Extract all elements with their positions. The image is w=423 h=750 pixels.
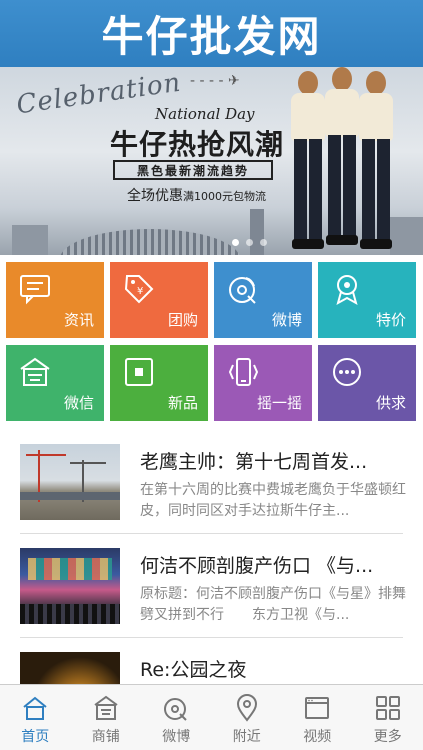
tile-label: 微博 [271,311,302,329]
tile-zixun[interactable]: 资讯 [6,262,104,338]
news-title: Re:公园之夜 [140,659,247,681]
app-title: 牛仔批发网 [101,12,322,61]
tile-label: 新品 [167,394,198,412]
category-grid: 资讯 ¥ 团购 微博 特价 微信 新品 摇一摇 供求 [0,255,423,430]
video-icon [305,697,330,719]
tile-label: 微信 [63,394,94,412]
tile-label: 摇一摇 [256,394,302,412]
tab-home[interactable]: 首页 [0,685,71,750]
tile-weibo[interactable]: 微博 [214,262,312,338]
price-tag-icon: ¥ [124,275,154,304]
tab-store[interactable]: 商铺 [71,685,142,750]
weibo-icon [164,698,187,721]
news-item[interactable]: 何洁不顾剖腹产伤口 《与... 原标题：何洁不顾剖腹产伤口《与星》排舞劈叉拼到不… [0,534,423,638]
banner-subtitle: National Day [155,105,255,123]
tab-label: 微博 [162,729,191,745]
plane-icon: - - - - ✈ [190,73,240,89]
tab-label: 首页 [21,729,50,745]
tab-label: 附近 [232,729,261,745]
grid-more-icon [375,696,400,720]
news-thumbnail [20,652,120,684]
new-box-icon [125,358,153,386]
tab-label: 视频 [303,729,332,745]
tile-tuangou[interactable]: ¥ 团购 [110,262,208,338]
promo-banner[interactable]: Celebration - - - - ✈ National Day 牛仔热抢风… [0,67,423,255]
tab-nearby[interactable]: 附近 [212,685,283,750]
stadium-graphic [60,229,240,255]
news-description: 在第十六周的比赛中费城老鹰负于华盛顿红皮，同时同区对手达拉斯牛仔主... [140,482,406,519]
banner-promo: 全场优惠满1000元包物流 [127,185,266,205]
shop-icon [20,357,50,386]
banner-promo-small: 满1000元包物流 [183,190,266,203]
tab-label: 更多 [373,729,402,745]
page-dot[interactable] [232,239,239,246]
ribbon-badge-icon [336,275,358,306]
tile-weixin[interactable]: 微信 [6,345,104,421]
banner-page-dots[interactable] [232,239,267,246]
svg-text:¥: ¥ [137,286,143,297]
tab-more[interactable]: 更多 [353,685,423,750]
page-dot[interactable] [246,239,253,246]
banner-promo-main: 全场优惠 [127,188,183,204]
tile-label: 资讯 [63,311,94,329]
news-thumbnail [20,444,120,520]
tile-label: 特价 [375,311,406,329]
news-list: 老鹰主帅：第十七周首发... 在第十六周的比赛中费城老鹰负于华盛顿红皮，同时同区… [0,430,423,684]
banner-headline: 牛仔热抢风潮 [110,128,285,161]
tile-xinpin[interactable]: 新品 [110,345,208,421]
message-icon [20,275,50,305]
tab-weibo[interactable]: 微博 [141,685,212,750]
news-description: 原标题：何洁不顾剖腹产伤口《与星》排舞劈叉拼到不行 东方卫视《与... [140,586,406,623]
news-item[interactable]: 老鹰主帅：第十七周首发... 在第十六周的比赛中费城老鹰负于华盛顿红皮，同时同区… [0,430,423,534]
home-icon [23,696,47,720]
building-graphic [12,225,48,255]
tile-gongqiu[interactable]: 供求 [318,345,416,421]
app-header: 牛仔批发网 [0,0,423,67]
store-icon [94,695,118,720]
more-dots-icon [333,358,361,386]
bottom-tab-bar: 首页 商铺 微博 附近 视频 更多 [0,684,423,750]
shake-phone-icon [228,358,259,386]
tab-video[interactable]: 视频 [282,685,353,750]
weibo-icon [229,277,256,304]
tile-yaoyiyao[interactable]: 摇一摇 [214,345,312,421]
news-title: 何洁不顾剖腹产伤口 《与... [140,555,374,577]
news-title: 老鹰主帅：第十七周首发... [140,451,368,473]
tile-label: 团购 [167,311,198,329]
location-pin-icon [236,694,257,722]
banner-tagline: 黑色最新潮流趋势 [113,160,273,180]
news-item[interactable]: Re:公园之夜 [0,638,423,684]
page-dot[interactable] [260,239,267,246]
tile-label: 供求 [375,394,406,412]
news-thumbnail [20,548,120,624]
tab-label: 商铺 [91,729,120,745]
model-figure [356,71,396,255]
tile-tejia[interactable]: 特价 [318,262,416,338]
building-graphic [250,209,264,255]
